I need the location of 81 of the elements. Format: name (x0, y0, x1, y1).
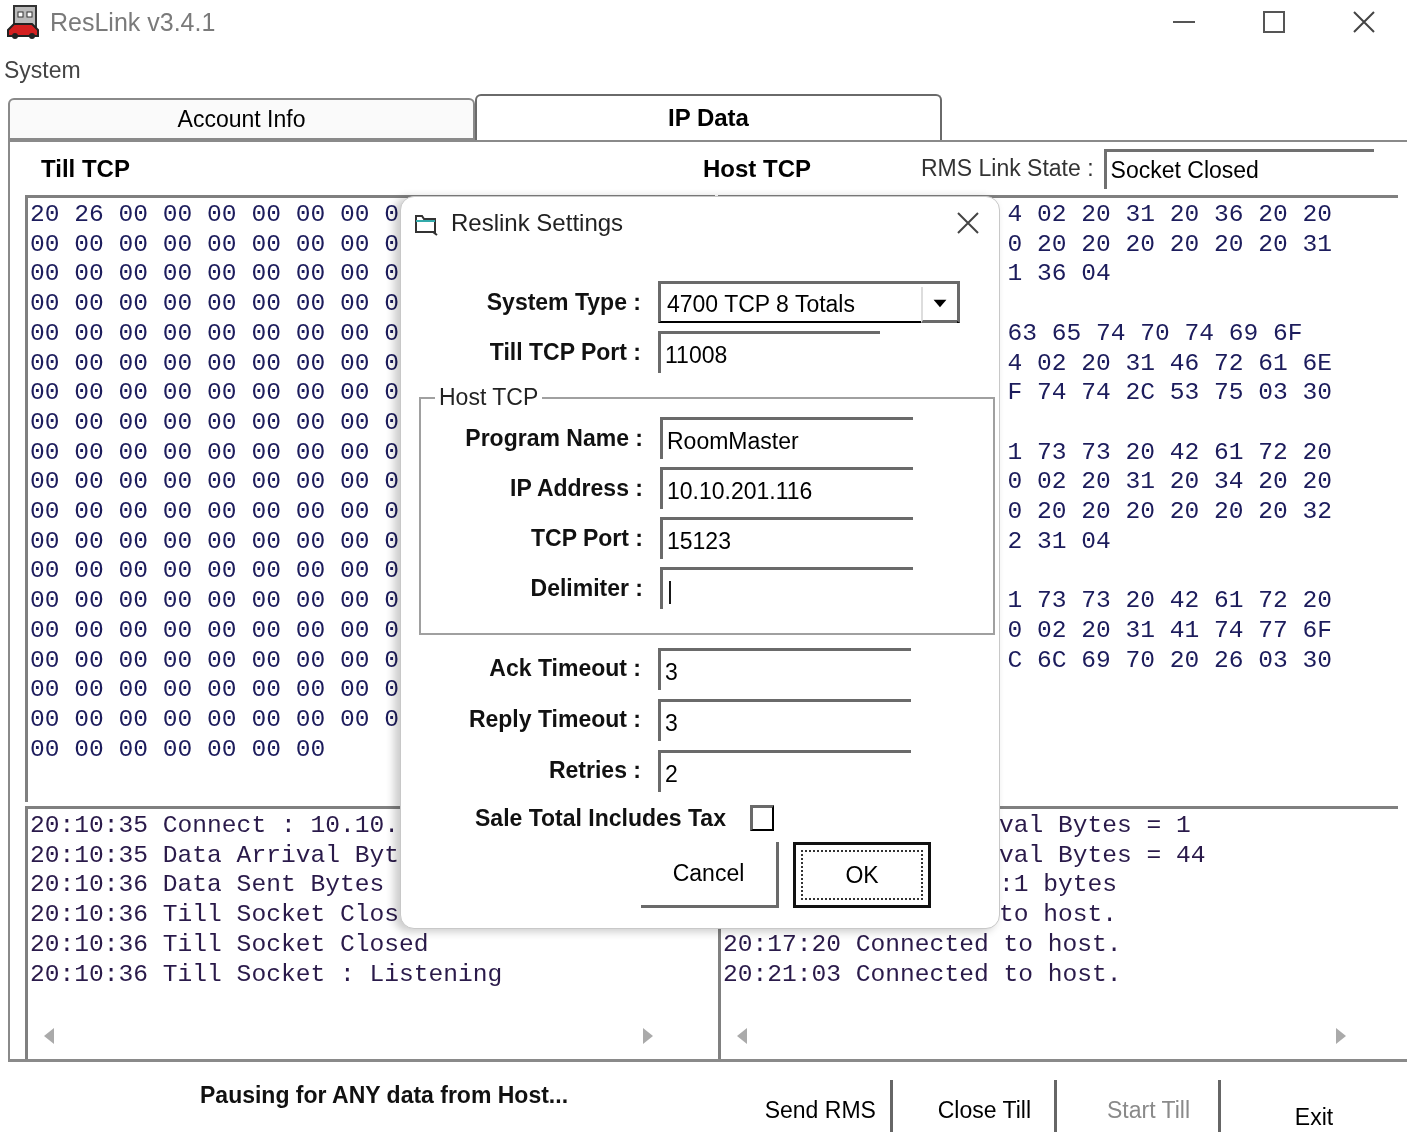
hex-line: 00 00 00 00 00 00 00 00 0 (30, 526, 399, 557)
input-field[interactable]: 2 (658, 749, 911, 792)
log-line: to host. (999, 900, 1118, 930)
hex-line: 00 00 00 00 00 00 00 00 0 (30, 645, 399, 676)
window-title: ResLink v3.4.1 (50, 7, 216, 37)
field-label: Till TCP Port : (488, 338, 641, 366)
hex-line: 00 00 00 00 00 00 00 00 0 (30, 318, 399, 349)
log-line: val Bytes = 1 (999, 811, 1191, 841)
input-field[interactable]: | (660, 567, 913, 609)
hex-line: 2 31 04 (1007, 526, 1111, 557)
hex-line: 0 02 20 31 41 74 77 6F (1007, 615, 1333, 646)
link-state-field: Socket Closed (1103, 148, 1374, 189)
input-field[interactable]: 10.10.201.116 (660, 467, 913, 509)
hex-line: 00 00 00 00 00 00 00 00 0 (30, 437, 399, 468)
input-field[interactable]: 3 (658, 698, 911, 741)
section-title: Till TCP (40, 154, 131, 183)
hex-line: 4 02 20 31 46 72 61 6E (1007, 348, 1333, 379)
dialog-button[interactable]: OK (793, 842, 931, 908)
hex-line: 00 00 00 00 00 00 00 00 0 (30, 497, 399, 527)
log-line: 20:17:20 Connected to host. (723, 929, 1122, 960)
hex-line: 1 36 04 (1007, 259, 1111, 290)
app-icon (6, 4, 42, 40)
tab[interactable]: Account Info (8, 98, 475, 140)
hex-line: 1 73 73 20 42 61 72 20 (1007, 586, 1333, 616)
log-line: 20:10:36 Till Socket Closed (30, 929, 429, 960)
input-field[interactable]: 3 (658, 647, 911, 690)
hex-line: 00 00 00 00 00 00 00 00 0 (30, 586, 399, 616)
maximize-icon[interactable] (1261, 9, 1287, 35)
log-line: 20:10:35 Connect : 10.10. (30, 811, 399, 841)
tab[interactable]: IP Data (475, 94, 942, 140)
hex-line: 00 00 00 00 00 00 00 00 0 (30, 348, 399, 379)
input-field[interactable]: 11008 (658, 331, 880, 373)
field-label: TCP Port : (529, 524, 643, 552)
log-line: 20:10:36 Data Sent Bytes (30, 870, 385, 901)
log-line: val Bytes = 44 (999, 840, 1206, 871)
log-line: 20:10:36 Till Socket : Listening (30, 959, 503, 990)
hex-line: 0 02 20 31 20 34 20 20 (1007, 467, 1333, 497)
hex-line: 00 00 00 00 00 00 00 00 0 (30, 289, 399, 319)
system-type-dropdown[interactable]: 4700 TCP 8 Totals (658, 281, 960, 323)
input-field[interactable]: RoomMaster (660, 417, 913, 459)
dialog-button[interactable]: Cancel (641, 842, 779, 908)
checkbox-label: Sale Total Includes Tax (475, 804, 726, 832)
field-label: System Type : (485, 288, 641, 316)
hex-line: 00 00 00 00 00 00 00 00 0 (30, 378, 399, 408)
hex-line: 0 20 20 20 20 20 20 31 (1007, 229, 1333, 260)
section-title: Host TCP (703, 154, 811, 183)
log-line: :1 bytes (999, 870, 1118, 901)
checkbox[interactable] (749, 805, 774, 831)
hex-line: C 6C 69 70 20 26 03 30 (1007, 645, 1333, 676)
close-icon[interactable] (955, 210, 981, 236)
hex-line: 00 00 00 00 00 00 00 00 0 (30, 467, 399, 498)
input-field[interactable]: 15123 (660, 517, 913, 559)
log-line: 20:10:35 Data Arrival Byt (30, 840, 399, 871)
hex-line: 00 00 00 00 00 00 00 00 0 (30, 407, 399, 438)
hex-line: 00 00 00 00 00 00 00 00 0 (30, 675, 399, 705)
menu-item[interactable]: System (4, 56, 81, 84)
dialog-title: Reslink Settings (451, 209, 624, 237)
hex-line: 1 73 73 20 42 61 72 20 (1007, 437, 1333, 468)
link-state-label: RMS Link State : (921, 155, 1094, 182)
field-label: Program Name : (464, 424, 643, 452)
hex-line: 00 00 00 00 00 00 00 00 0 (30, 259, 399, 290)
hex-line: 00 00 00 00 00 00 00 (30, 734, 326, 765)
hex-line: 4 02 20 31 20 36 20 20 (1007, 200, 1333, 230)
caret-icon (921, 286, 957, 323)
log-line: 20:10:36 Till Socket Clos (30, 900, 399, 930)
field-label: Delimiter : (529, 574, 643, 602)
field-label: Ack Timeout : (488, 655, 641, 682)
close-icon[interactable] (1351, 9, 1377, 35)
hex-line: 63 65 74 70 74 69 6F (1007, 318, 1303, 349)
hex-line: 00 00 00 00 00 00 00 00 0 (30, 556, 399, 587)
status-text: Pausing for ANY data from Host... (200, 1082, 570, 1110)
field-label: IP Address : (509, 474, 643, 502)
hex-line: 0 20 20 20 20 20 20 32 (1007, 497, 1333, 527)
hex-line: 00 00 00 00 00 00 00 00 0 (30, 704, 399, 735)
field-label: Retries : (547, 757, 641, 784)
hex-line: 20 26 00 00 00 00 00 00 0 (30, 200, 399, 230)
field-label: Reply Timeout : (467, 706, 641, 733)
log-line: 20:21:03 Connected to host. (723, 959, 1122, 990)
hex-line: 00 00 00 00 00 00 00 00 0 (30, 229, 399, 260)
hex-line: 00 00 00 00 00 00 00 00 0 (30, 615, 399, 646)
hex-line: F 74 74 2C 53 75 03 30 (1007, 378, 1333, 408)
